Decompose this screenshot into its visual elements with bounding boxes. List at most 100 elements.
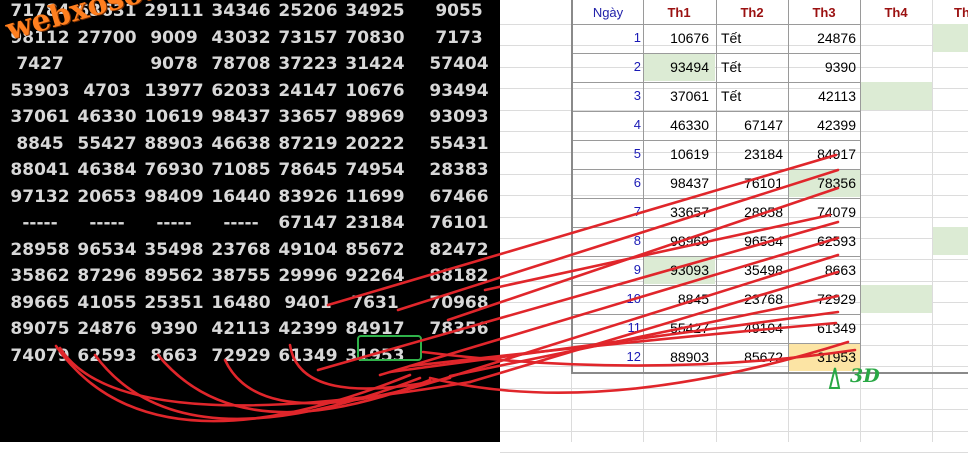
grid-number: 87219	[278, 133, 338, 154]
grid-number: 96534	[77, 239, 137, 260]
grid-number: 49104	[278, 239, 338, 260]
cell-th2[interactable]: Tết	[717, 28, 783, 48]
grid-number: 70830	[345, 27, 405, 48]
cell-th3[interactable]: 9390	[790, 57, 856, 77]
cell-th1[interactable]: 8845	[645, 289, 709, 309]
grid-number: 16440	[211, 186, 271, 207]
grid-number: 34346	[211, 1, 271, 21]
grid-number: 16480	[211, 292, 271, 313]
grid-number: 9390	[150, 319, 198, 339]
grid-number: 93494	[429, 80, 489, 101]
grid-number: 8845	[16, 133, 64, 154]
grid-number: 20653	[77, 186, 137, 207]
cell-th2[interactable]: Tết	[717, 86, 783, 106]
grid-number: 98409	[144, 186, 204, 207]
cell-th1[interactable]: 46330	[645, 115, 709, 135]
grid-number: 27700	[77, 27, 137, 48]
grid-number: 34925	[345, 1, 405, 21]
cell-th2[interactable]: 96534	[717, 231, 783, 251]
cell-highlight	[861, 82, 932, 110]
cell-th3[interactable]: 78356	[790, 173, 856, 193]
cell-th2[interactable]: 23184	[717, 144, 783, 164]
row-index: 3	[633, 88, 641, 103]
cell-th3[interactable]: 42113	[790, 86, 856, 106]
cell-th2[interactable]: 76101	[717, 173, 783, 193]
cell-th3[interactable]: 74079	[790, 202, 856, 222]
grid-number: 70968	[429, 292, 489, 313]
cell-th1[interactable]: 37061	[645, 86, 709, 106]
grid-number: 8663	[150, 345, 198, 366]
header-th2[interactable]: Th2	[716, 4, 788, 22]
grid-number: 73157	[278, 27, 338, 48]
grid-number: 88182	[429, 266, 489, 286]
cell-th3[interactable]: 8663	[790, 260, 856, 280]
grid-number: 74954	[345, 160, 405, 180]
grid-number: 25206	[278, 1, 338, 21]
cell-highlight	[933, 227, 968, 255]
grid-number: 97132	[10, 186, 70, 207]
grid-number: 37223	[278, 54, 338, 74]
cell-th1[interactable]: 88903	[645, 347, 709, 367]
cell-th1[interactable]: 93093	[645, 260, 709, 280]
cell-th2[interactable]: 49104	[717, 318, 783, 338]
grid-number: 7427	[16, 54, 64, 74]
cell-th1[interactable]: 98437	[645, 173, 709, 193]
cell-th3[interactable]: 42399	[790, 115, 856, 135]
header-th5[interactable]: Th	[932, 4, 968, 22]
grid-number: 33657	[278, 107, 338, 127]
cell-th3[interactable]: 84917	[790, 144, 856, 164]
cell-th3[interactable]: 24876	[790, 28, 856, 48]
grid-number: 9055	[435, 1, 483, 21]
grid-number: 11699	[345, 186, 405, 207]
cell-th3[interactable]: 31953	[790, 347, 856, 367]
cell-th2[interactable]: 35498	[717, 260, 783, 280]
cell-th1[interactable]: 55427	[645, 318, 709, 338]
header-th3[interactable]: Th3	[788, 4, 860, 22]
cell-th3[interactable]: 61349	[790, 318, 856, 338]
grid-number: -----	[22, 213, 58, 233]
row-index: 2	[633, 59, 641, 74]
cell-th3[interactable]: 72929	[790, 289, 856, 309]
grid-number: 23184	[345, 213, 405, 233]
grid-number: 67147	[278, 213, 338, 233]
grid-number: 13977	[144, 80, 204, 101]
header-th1[interactable]: Th1	[643, 4, 715, 22]
table-border	[571, 0, 573, 372]
grid-number: 23768	[211, 239, 271, 260]
grid-number: 88903	[144, 133, 204, 154]
grid-number: -----	[89, 213, 125, 233]
cell-th1[interactable]: 98969	[645, 231, 709, 251]
cell-th2[interactable]: 28958	[717, 202, 783, 222]
cell-th2[interactable]: Tết	[717, 57, 783, 77]
grid-number: 76101	[429, 213, 489, 233]
grid-number: 24147	[278, 80, 338, 101]
grid-number: 7173	[435, 27, 483, 48]
grid-number: 92264	[345, 266, 405, 286]
row-index: 4	[633, 117, 641, 132]
cell-th2[interactable]: 23768	[717, 289, 783, 309]
grid-number: 10619	[144, 107, 204, 127]
grid-number: 98969	[345, 107, 405, 127]
cell-th1[interactable]: 33657	[645, 202, 709, 222]
grid-number: 28383	[429, 160, 489, 180]
grid-number: 72929	[211, 345, 271, 366]
cell-th2[interactable]: 67147	[717, 115, 783, 135]
grid-number: 67466	[429, 186, 489, 207]
row-index: 11	[627, 320, 642, 335]
cell-th1[interactable]: 93494	[645, 57, 709, 77]
grid-number: 83926	[278, 186, 338, 207]
cell-th1[interactable]: 10619	[645, 144, 709, 164]
header-th4[interactable]: Th4	[860, 4, 932, 22]
cell-th1[interactable]: 10676	[645, 28, 709, 48]
grid-number: 24876	[77, 319, 137, 339]
grid-number: 55431	[429, 133, 489, 154]
grid-number: 87296	[77, 266, 137, 286]
header-day[interactable]: Ngày	[575, 4, 641, 22]
grid-number: 10676	[345, 80, 405, 101]
grid-number: 88041	[10, 160, 70, 180]
grid-number: 7631	[351, 292, 399, 313]
row-index: 6	[633, 175, 641, 190]
cell-th2[interactable]: 85672	[717, 347, 783, 367]
grid-number: 28958	[10, 239, 70, 260]
cell-th3[interactable]: 62593	[790, 231, 856, 251]
